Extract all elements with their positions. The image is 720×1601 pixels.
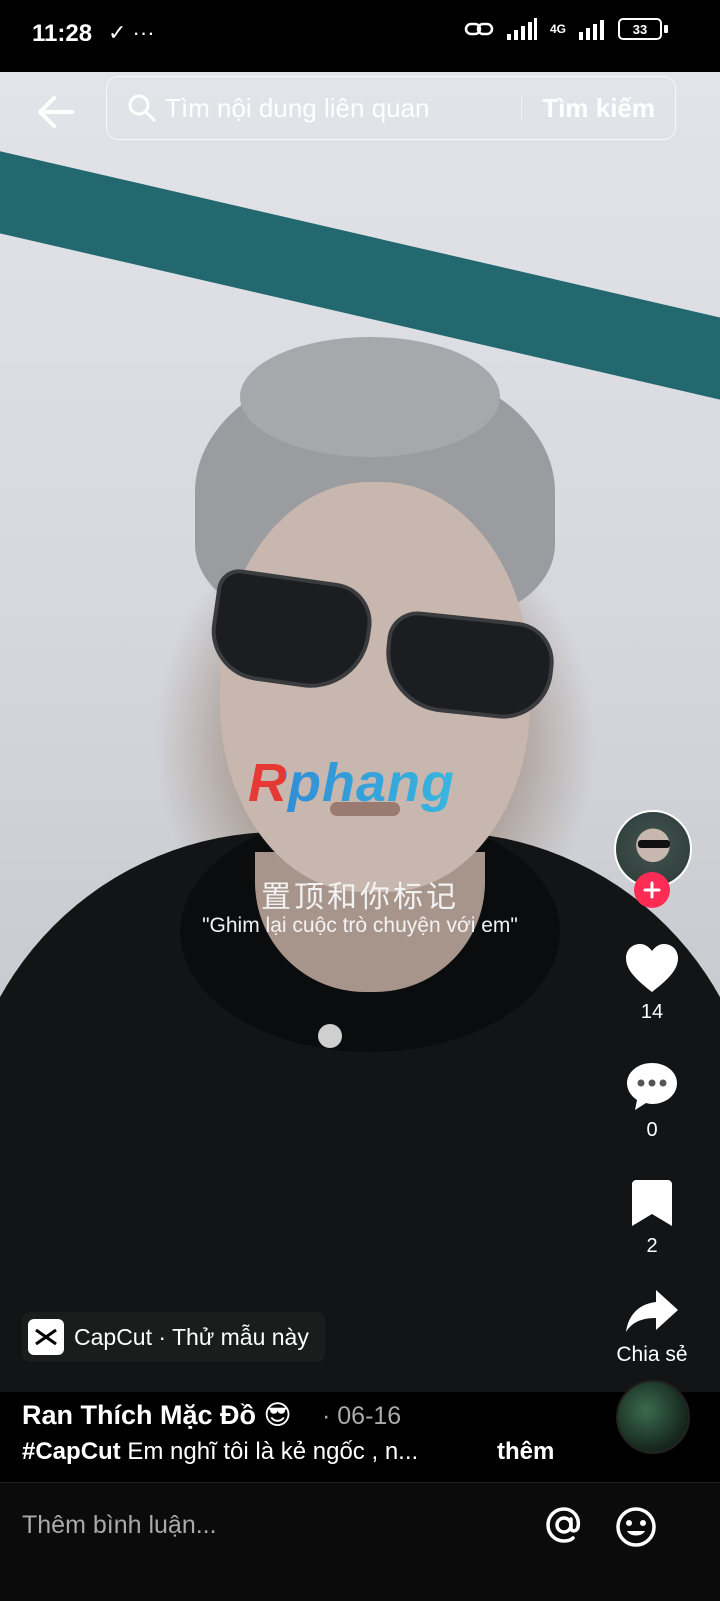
status-right-group: 4G 33 — [464, 18, 668, 40]
share-arrow-icon — [626, 1290, 678, 1332]
arrow-left-icon — [38, 96, 74, 128]
description-text: Em nghĩ tôi là kẻ ngốc , n... — [120, 1438, 419, 1465]
link-icon — [464, 22, 494, 36]
comment-button[interactable]: 0 — [604, 1060, 700, 1142]
comment-icon — [627, 1063, 677, 1110]
post-description[interactable]: #CapCut Em nghĩ tôi là kẻ ngốc , n... — [22, 1438, 502, 1466]
post-info: Ran Thích Mặc Đồ 😎 · 06-16 #CapCut Em ng… — [0, 1380, 720, 1482]
battery-indicator: 33 — [618, 18, 662, 40]
search-icon — [128, 94, 156, 122]
save-count: 2 — [646, 1235, 658, 1257]
plus-icon — [643, 881, 661, 899]
signal-4g-icon — [579, 20, 604, 40]
back-button[interactable] — [30, 86, 82, 138]
search-input[interactable]: Tìm nội dung liên quan — [165, 93, 521, 124]
search-button[interactable]: Tìm kiếm — [542, 93, 655, 124]
bookmark-icon — [632, 1180, 672, 1226]
more-button[interactable]: thêm — [497, 1438, 554, 1466]
capcut-label: CapCut · Thử mẫu này — [74, 1323, 309, 1350]
status-time: 11:28 — [32, 20, 93, 47]
comment-bar: Thêm bình luận... — [0, 1482, 720, 1601]
share-button[interactable]: Chia sẻ — [604, 1286, 700, 1367]
comment-count: 0 — [646, 1119, 658, 1141]
music-disc[interactable] — [616, 1380, 690, 1454]
watermark-logo: Rphang — [248, 753, 455, 813]
capcut-logo-icon — [28, 1319, 64, 1355]
author-name[interactable]: Ran Thích Mặc Đồ 😎 — [22, 1400, 292, 1431]
battery-tip — [664, 25, 668, 33]
mention-button[interactable] — [544, 1505, 584, 1555]
search-bar[interactable]: Tìm nội dung liên quan Tìm kiếm — [106, 76, 676, 140]
at-icon — [546, 1507, 581, 1543]
hair-top — [240, 337, 500, 457]
hashtag[interactable]: #CapCut — [22, 1438, 121, 1465]
caption-chinese: 置顶和你标记 — [261, 880, 459, 915]
emoji-icon[interactable] — [614, 1505, 658, 1549]
like-button[interactable]: 14 — [604, 942, 700, 1024]
search-header: Tìm nội dung liên quan Tìm kiếm — [0, 72, 720, 152]
status-notification-icons: ✓ ··· — [108, 20, 155, 45]
follow-button[interactable] — [634, 872, 670, 908]
heart-icon — [626, 944, 678, 992]
post-date: · 06-16 — [322, 1402, 402, 1430]
share-label: Chia sẻ — [616, 1343, 688, 1366]
caption-vietnamese: "Ghim lại cuộc trò chuyện với em" — [202, 914, 518, 937]
status-bar: 11:28 ✓ ··· 4G 33 — [0, 0, 720, 72]
capcut-template-chip[interactable]: CapCut · Thử mẫu này — [22, 1312, 325, 1362]
network-label: 4G — [549, 22, 566, 36]
save-button[interactable]: 2 — [604, 1178, 700, 1258]
signal-icon — [506, 18, 537, 40]
hoodie-snap — [318, 1024, 342, 1048]
search-divider — [521, 95, 523, 121]
comment-input[interactable]: Thêm bình luận... — [22, 1511, 217, 1540]
avatar-glasses — [638, 840, 670, 848]
like-count: 14 — [640, 1001, 664, 1023]
